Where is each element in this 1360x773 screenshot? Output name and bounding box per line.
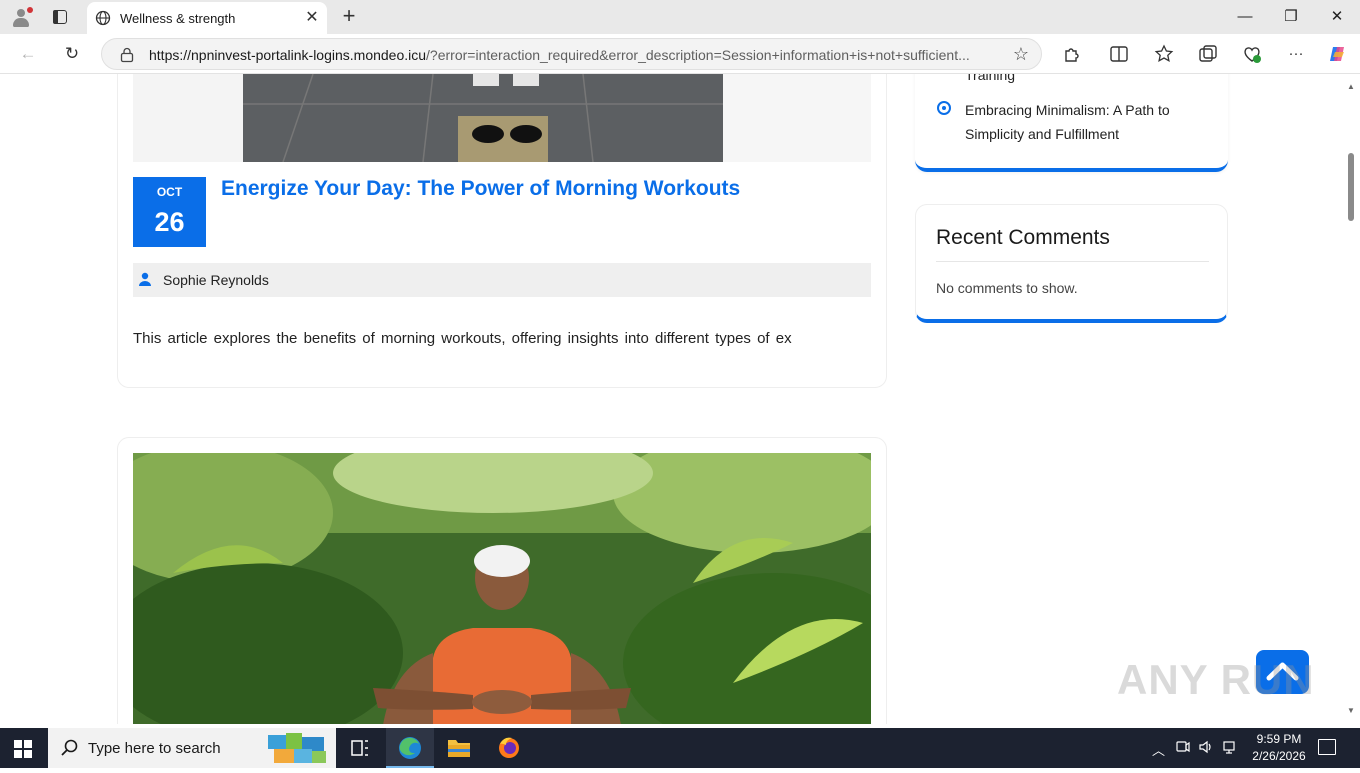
- post-date-badge: OCT 26: [133, 177, 206, 247]
- tab-close-icon[interactable]: ✕: [303, 9, 321, 27]
- widget-heading: Recent Comments: [936, 226, 1110, 249]
- taskbar-search-box[interactable]: Type here to search: [48, 728, 336, 768]
- task-view-button[interactable]: [336, 728, 384, 768]
- page-scrollbar[interactable]: ▲ ▼: [1343, 74, 1360, 724]
- url-text: https://npninvest-portalink-logins.monde…: [149, 47, 994, 63]
- browser-essentials-icon[interactable]: [1241, 43, 1263, 65]
- notifications-icon[interactable]: [1318, 739, 1336, 755]
- post-date-month: OCT: [156, 185, 183, 199]
- clock-date: 2/26/2026: [1252, 749, 1306, 763]
- new-tab-button[interactable]: +: [338, 5, 360, 28]
- volume-icon[interactable]: [1198, 739, 1214, 755]
- minimize-button[interactable]: —: [1230, 4, 1260, 30]
- active-tab[interactable]: Wellness & strength ✕: [87, 2, 327, 34]
- taskbar-edge-app[interactable]: [386, 728, 434, 768]
- task-view-icon: [351, 740, 368, 756]
- edge-icon: [399, 737, 421, 759]
- folder-icon: [448, 740, 470, 757]
- firefox-icon: [499, 737, 519, 758]
- collections-icon[interactable]: [1197, 43, 1219, 65]
- taskbar-file-explorer-app[interactable]: [435, 728, 483, 768]
- post-excerpt: This article explores the benefits of mo…: [133, 330, 792, 347]
- tab-actions-icon[interactable]: [50, 8, 70, 26]
- restore-button[interactable]: ❐: [1276, 4, 1306, 30]
- favorite-star-icon[interactable]: ☆: [1013, 44, 1029, 65]
- tab-bar: Wellness & strength ✕ + — ❐ ✕: [0, 0, 1360, 34]
- reload-button[interactable]: ↻: [60, 42, 84, 66]
- no-comments-text: No comments to show.: [936, 280, 1078, 296]
- search-placeholder: Type here to search: [88, 740, 221, 757]
- tab-title: Wellness & strength: [120, 11, 236, 26]
- copilot-icon[interactable]: [1327, 43, 1349, 65]
- page-viewport: OCT 26 Energize Your Day: The Power of M…: [0, 74, 1343, 724]
- favorites-icon[interactable]: [1153, 43, 1175, 65]
- back-button[interactable]: ←: [16, 42, 40, 66]
- url-path: /?error=interaction_required&error_descr…: [426, 47, 970, 63]
- post-date-day: 26: [154, 207, 185, 237]
- extensions-icon[interactable]: [1060, 43, 1082, 65]
- radio-bullet-icon: [937, 101, 951, 115]
- sidebar-post-link[interactable]: Embracing Minimalism: A Path to Simplici…: [965, 98, 1195, 146]
- sidebar-post-link-partial[interactable]: Training: [965, 74, 1015, 83]
- scrollbar-thumb[interactable]: [1348, 153, 1354, 221]
- close-window-button[interactable]: ✕: [1322, 4, 1352, 30]
- taskbar-clock[interactable]: 9:59 PM 2/26/2026: [1248, 731, 1310, 765]
- split-screen-icon[interactable]: [1108, 43, 1130, 65]
- search-highlight-puzzle-icon: [268, 733, 326, 763]
- settings-more-icon[interactable]: ···: [1285, 43, 1307, 65]
- meet-now-icon[interactable]: [1176, 739, 1190, 755]
- post-meta-bar: Sophie Reynolds: [133, 263, 871, 297]
- user-icon: [139, 272, 151, 286]
- tray-overflow-chevron-icon[interactable]: ︿: [1152, 740, 1165, 759]
- sidebar-recent-comments-widget: Recent Comments No comments to show.: [915, 204, 1228, 323]
- widget-divider: [936, 261, 1209, 262]
- globe-icon: [95, 10, 111, 26]
- post-thumbnail-image[interactable]: [133, 74, 871, 162]
- address-bar[interactable]: https://npninvest-portalink-logins.monde…: [101, 38, 1042, 70]
- post-author-link[interactable]: Sophie Reynolds: [163, 272, 269, 288]
- windows-start-icon[interactable]: [14, 740, 32, 758]
- profile-icon[interactable]: [11, 7, 33, 27]
- post-image-meditation[interactable]: [133, 453, 871, 724]
- anyrun-watermark: ANY RUN: [1117, 656, 1315, 703]
- search-icon: [61, 739, 78, 756]
- post-title-link[interactable]: Energize Your Day: The Power of Morning …: [221, 177, 740, 201]
- scroll-down-arrow-icon[interactable]: ▼: [1347, 706, 1355, 715]
- lock-icon[interactable]: [120, 47, 134, 63]
- taskbar-firefox-app[interactable]: [485, 728, 533, 768]
- scroll-up-arrow-icon[interactable]: ▲: [1347, 82, 1355, 91]
- network-icon[interactable]: [1222, 739, 1238, 755]
- clock-time: 9:59 PM: [1256, 732, 1302, 746]
- url-host: https://npninvest-portalink-logins.monde…: [149, 47, 427, 63]
- windows-taskbar: Type here to search ︿ 9:59 PM 2/26/2026: [0, 728, 1360, 768]
- navigation-bar: ← ↻ https://npninvest-portalink-logins.m…: [0, 34, 1360, 74]
